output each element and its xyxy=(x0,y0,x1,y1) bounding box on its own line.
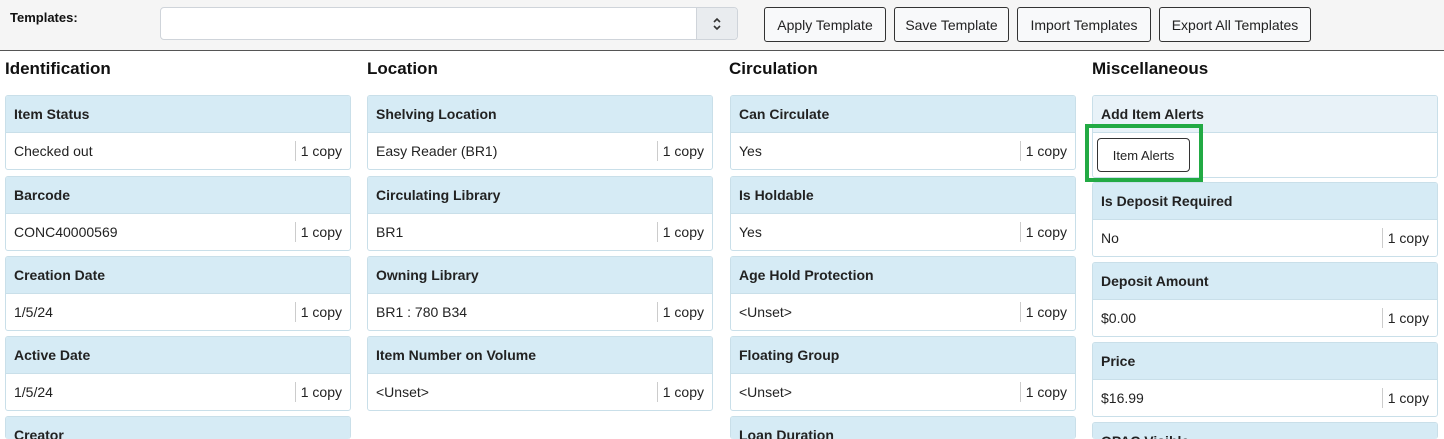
item-number-card[interactable]: Item Number on Volume <Unset> 1 copy xyxy=(367,336,713,411)
active-date-card[interactable]: Active Date 1/5/24 1 copy xyxy=(5,336,351,411)
circulation-heading: Circulation xyxy=(729,59,818,78)
copy-count: 1 copy xyxy=(656,222,704,242)
templates-label: Templates: xyxy=(10,10,78,25)
copy-count: 1 copy xyxy=(1019,302,1067,322)
card-value: <Unset> xyxy=(376,384,429,400)
copy-count: 1 copy xyxy=(1381,228,1429,248)
card-value: BR1 xyxy=(376,224,404,240)
card-label: Floating Group xyxy=(731,337,1075,374)
floating-group-card[interactable]: Floating Group <Unset> 1 copy xyxy=(730,336,1076,411)
identification-heading: Identification xyxy=(5,59,111,78)
copy-count: 1 copy xyxy=(656,141,704,161)
item-status-card[interactable]: Item Status Checked out 1 copy xyxy=(5,95,351,170)
card-label: Creator xyxy=(6,417,350,439)
card-value: Yes xyxy=(739,224,762,240)
card-value: No xyxy=(1101,230,1119,246)
card-label: Price xyxy=(1093,343,1437,380)
opac-visible-card[interactable]: OPAC Visible xyxy=(1092,422,1438,439)
card-value: $16.99 xyxy=(1101,390,1144,406)
card-value: 1/5/24 xyxy=(14,304,53,320)
card-label: Shelving Location xyxy=(368,96,712,133)
card-label: Is Holdable xyxy=(731,177,1075,214)
card-label: OPAC Visible xyxy=(1093,423,1437,439)
export-all-templates-button[interactable]: Export All Templates xyxy=(1159,7,1311,42)
card-value: 1/5/24 xyxy=(14,384,53,400)
template-select[interactable] xyxy=(160,7,738,40)
card-value: Easy Reader (BR1) xyxy=(376,143,498,159)
card-value: <Unset> xyxy=(739,384,792,400)
card-value: BR1 : 780 B34 xyxy=(376,304,468,320)
copy-count: 1 copy xyxy=(1381,388,1429,408)
copy-count: 1 copy xyxy=(656,302,704,322)
age-hold-protection-card[interactable]: Age Hold Protection <Unset> 1 copy xyxy=(730,256,1076,331)
is-holdable-card[interactable]: Is Holdable Yes 1 copy xyxy=(730,176,1076,251)
card-label: Age Hold Protection xyxy=(731,257,1075,294)
creation-date-card[interactable]: Creation Date 1/5/24 1 copy xyxy=(5,256,351,331)
location-heading: Location xyxy=(367,59,438,78)
select-arrows-icon xyxy=(696,8,737,39)
miscellaneous-heading: Miscellaneous xyxy=(1092,59,1209,78)
circulating-library-card[interactable]: Circulating Library BR1 1 copy xyxy=(367,176,713,251)
shelving-location-card[interactable]: Shelving Location Easy Reader (BR1) 1 cop… xyxy=(367,95,713,170)
copy-count: 1 copy xyxy=(294,141,342,161)
card-value: Checked out xyxy=(14,143,93,159)
is-deposit-required-card[interactable]: Is Deposit Required No 1 copy xyxy=(1092,182,1438,257)
copy-count: 1 copy xyxy=(294,222,342,242)
creator-card[interactable]: Creator xyxy=(5,416,351,439)
card-label: Active Date xyxy=(6,337,350,374)
deposit-amount-card[interactable]: Deposit Amount $0.00 1 copy xyxy=(1092,262,1438,337)
card-label: Loan Duration xyxy=(731,417,1075,439)
card-label: Deposit Amount xyxy=(1093,263,1437,300)
card-label: Owning Library xyxy=(368,257,712,294)
card-value: $0.00 xyxy=(1101,310,1137,326)
copy-count: 1 copy xyxy=(656,382,704,402)
highlight-box xyxy=(1085,124,1203,182)
copy-count: 1 copy xyxy=(294,302,342,322)
save-template-button[interactable]: Save Template xyxy=(894,7,1009,42)
can-circulate-card[interactable]: Can Circulate Yes 1 copy xyxy=(730,95,1076,170)
template-toolbar: Templates: Apply Template Save Template … xyxy=(0,0,1444,51)
copy-count: 1 copy xyxy=(1019,222,1067,242)
owning-library-card[interactable]: Owning Library BR1 : 780 B34 1 copy xyxy=(367,256,713,331)
card-label: Item Number on Volume xyxy=(368,337,712,374)
card-value: Yes xyxy=(739,143,762,159)
card-label: Can Circulate xyxy=(731,96,1075,133)
import-templates-button[interactable]: Import Templates xyxy=(1017,7,1151,42)
card-label: Is Deposit Required xyxy=(1093,183,1437,220)
loan-duration-card[interactable]: Loan Duration xyxy=(730,416,1076,439)
card-label: Creation Date xyxy=(6,257,350,294)
copy-count: 1 copy xyxy=(1381,308,1429,328)
price-card[interactable]: Price $16.99 1 copy xyxy=(1092,342,1438,417)
card-label: Barcode xyxy=(6,177,350,214)
card-value: CONC40000569 xyxy=(14,224,118,240)
copy-count: 1 copy xyxy=(1019,382,1067,402)
card-label: Item Status xyxy=(6,96,350,133)
apply-template-button[interactable]: Apply Template xyxy=(764,7,886,42)
barcode-card[interactable]: Barcode CONC40000569 1 copy xyxy=(5,176,351,251)
copy-count: 1 copy xyxy=(1019,141,1067,161)
card-label: Circulating Library xyxy=(368,177,712,214)
card-value: <Unset> xyxy=(739,304,792,320)
copy-count: 1 copy xyxy=(294,382,342,402)
